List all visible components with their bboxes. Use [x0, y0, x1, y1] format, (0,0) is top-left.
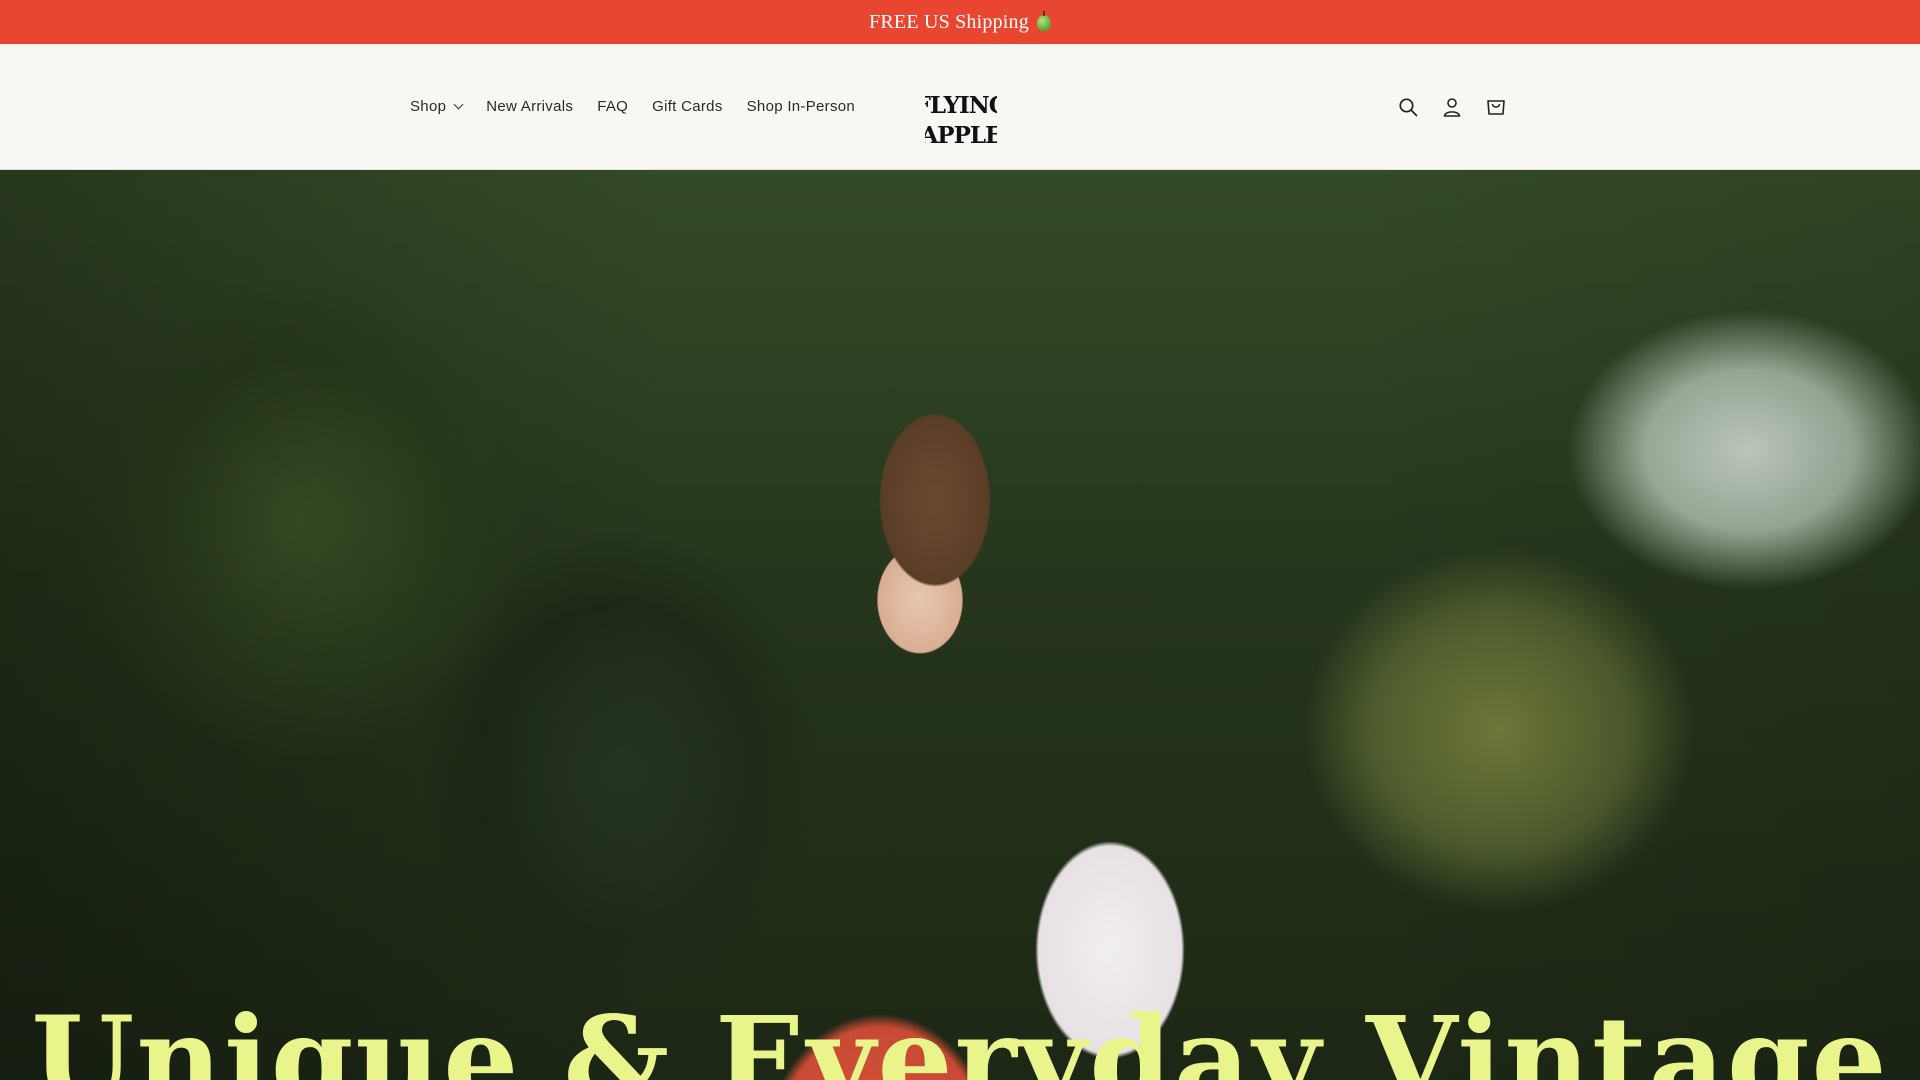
green-apple-icon	[1036, 11, 1051, 31]
hero-banner[interactable]: Unique & Everyday Vintage	[0, 170, 1920, 1080]
cart-icon[interactable]	[1485, 96, 1507, 118]
site-header: Shop New Arrivals FAQ Gift Cards Shop In…	[0, 44, 1920, 170]
search-icon[interactable]	[1397, 96, 1419, 118]
flying-apple-logo[interactable]: FLYING APPLE	[925, 86, 997, 150]
nav-shop-label: Shop	[410, 98, 447, 115]
nav-shop[interactable]: Shop	[410, 98, 464, 115]
nav-faq[interactable]: FAQ	[597, 98, 628, 115]
hero-heading: Unique & Everyday Vintage	[31, 990, 1889, 1080]
account-icon[interactable]	[1441, 96, 1463, 118]
nav-gift-cards[interactable]: Gift Cards	[652, 98, 723, 115]
header-icons	[1397, 44, 1507, 169]
logo-line2: APPLE	[925, 122, 997, 149]
announcement-text: FREE US Shipping	[869, 10, 1029, 33]
nav-new-arrivals[interactable]: New Arrivals	[486, 98, 573, 115]
hero-image	[0, 170, 1920, 1080]
announcement-bar: FREE US Shipping	[0, 0, 1920, 44]
nav-shop-in-person[interactable]: Shop In-Person	[747, 98, 855, 115]
chevron-down-icon	[453, 99, 464, 110]
main-nav: Shop New Arrivals FAQ Gift Cards Shop In…	[410, 44, 855, 169]
logo-line1: FLYING	[925, 92, 997, 119]
